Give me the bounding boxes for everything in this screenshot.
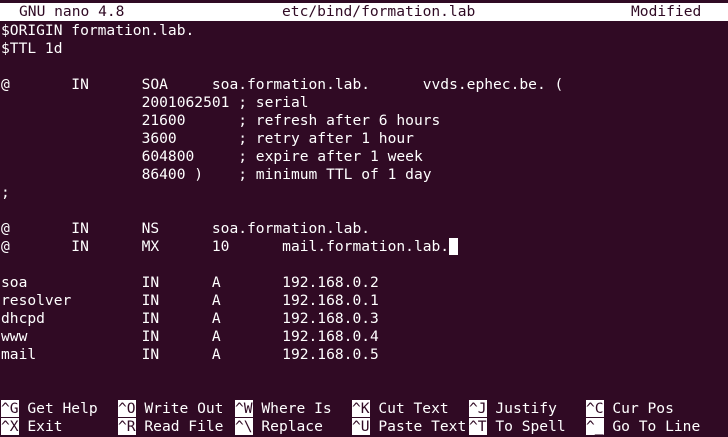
shortcut-label: Go To Line	[612, 418, 701, 435]
shortcut-label: Replace	[261, 418, 323, 435]
shortcut-label: Paste Text	[378, 418, 467, 435]
shortcut-read-file[interactable]: ^R Read File	[118, 418, 223, 436]
shortcut-label: Write Out	[144, 400, 224, 417]
file-line[interactable]: ;	[1, 184, 10, 202]
file-name: etc/bind/formation.lab	[282, 3, 476, 20]
file-line[interactable]: 86400 ) ; minimum TTL of 1 day	[1, 166, 432, 184]
shortcut-key: ^C	[586, 400, 604, 417]
file-line[interactable]: $TTL 1d	[1, 40, 63, 58]
shortcut-label: Exit	[27, 418, 63, 435]
file-line[interactable]: 604800 ; expire after 1 week	[1, 148, 423, 166]
shortcut-label: Cut Text	[378, 400, 449, 417]
text-cursor	[449, 238, 459, 255]
shortcut-label: Justify	[495, 400, 557, 417]
file-line[interactable]: 3600 ; retry after 1 hour	[1, 130, 414, 148]
file-line[interactable]: mail IN A 192.168.0.5	[1, 346, 379, 364]
file-line[interactable]: @ IN SOA soa.formation.lab. vvds.ephec.b…	[1, 76, 563, 94]
file-line-current[interactable]: @ IN MX 10 mail.formation.lab.	[1, 238, 459, 256]
file-line[interactable]: @ IN NS soa.formation.lab.	[1, 220, 370, 238]
shortcut-key: ^K	[352, 400, 370, 417]
shortcut-key: ^X	[1, 418, 19, 435]
shortcut-label: Get Help	[27, 400, 98, 417]
shortcut-label: Where Is	[261, 400, 332, 417]
shortcut-key: ^T	[469, 418, 487, 435]
current-line-text: @ IN MX 10 mail.formation.lab.	[1, 238, 450, 255]
shortcut-cur-pos[interactable]: ^C Cur Pos	[586, 400, 674, 418]
shortcut-get-help[interactable]: ^G Get Help	[1, 400, 98, 418]
shortcut-to-spell[interactable]: ^T To Spell	[469, 418, 566, 436]
shortcut-where-is[interactable]: ^W Where Is	[235, 400, 332, 418]
app-name: GNU nano 4.8	[19, 3, 125, 20]
shortcut-replace[interactable]: ^\ Replace	[235, 418, 323, 436]
shortcut-key: ^U	[352, 418, 370, 435]
shortcut-label: Read File	[144, 418, 224, 435]
file-line[interactable]: 2001062501 ; serial	[1, 94, 309, 112]
modified-status: Modified	[631, 3, 702, 20]
shortcut-key: ^_	[586, 418, 604, 435]
file-line[interactable]: resolver IN A 192.168.0.1	[1, 292, 379, 310]
shortcut-key: ^G	[1, 400, 19, 417]
file-line[interactable]: $ORIGIN formation.lab.	[1, 22, 194, 40]
shortcut-key: ^W	[235, 400, 253, 417]
shortcut-label: To Spell	[495, 418, 566, 435]
shortcut-justify[interactable]: ^J Justify	[469, 400, 557, 418]
title-bar: GNU nano 4.8 etc/bind/formation.lab Modi…	[0, 3, 728, 21]
shortcut-write-out[interactable]: ^O Write Out	[118, 400, 223, 418]
file-line[interactable]: www IN A 192.168.0.4	[1, 328, 379, 346]
shortcut-cut-text[interactable]: ^K Cut Text	[352, 400, 449, 418]
shortcut-label: Cur Pos	[612, 400, 674, 417]
shortcut-key: ^J	[469, 400, 487, 417]
file-line[interactable]: 21600 ; refresh after 6 hours	[1, 112, 441, 130]
shortcut-key: ^O	[118, 400, 136, 417]
file-line[interactable]: soa IN A 192.168.0.2	[1, 274, 379, 292]
shortcut-key: ^\	[235, 418, 253, 435]
file-line[interactable]: dhcpd IN A 192.168.0.3	[1, 310, 379, 328]
shortcut-exit[interactable]: ^X Exit	[1, 418, 63, 436]
shortcut-go-to-line[interactable]: ^_ Go To Line	[586, 418, 700, 436]
shortcut-key: ^R	[118, 418, 136, 435]
shortcut-paste-text[interactable]: ^U Paste Text	[352, 418, 466, 436]
